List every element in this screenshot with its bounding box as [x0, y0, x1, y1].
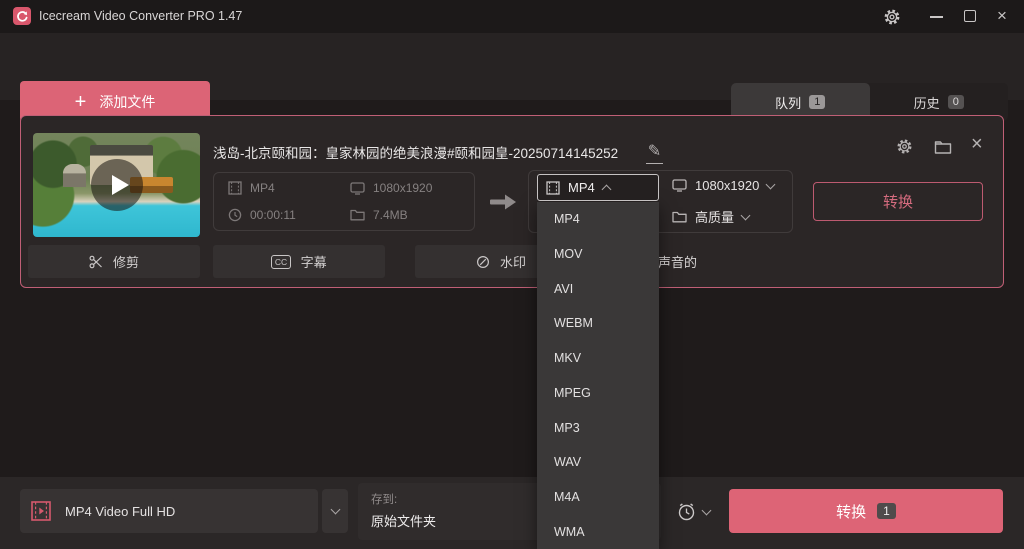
- scissors-icon: [89, 255, 102, 268]
- tab-queue-label: 队列: [775, 95, 802, 111]
- folder-icon: [672, 211, 687, 222]
- chevron-down-icon: [765, 179, 776, 189]
- format-option[interactable]: WEBM: [537, 306, 659, 341]
- film-icon: [228, 181, 242, 195]
- file-name: 浅岛-北京颐和园：皇家林园的绝美浪漫#颐和园皇-20250714145252: [213, 146, 619, 161]
- preset-select[interactable]: MP4 Video Full HD: [20, 489, 318, 533]
- output-resolution-value: 1080x1920: [695, 178, 760, 193]
- format-option[interactable]: MOV: [537, 237, 659, 272]
- app-window: Icecream Video Converter PRO 1.47 × + 添加…: [0, 0, 1024, 549]
- format-option[interactable]: WMA: [537, 514, 659, 549]
- source-format: MP4: [228, 181, 275, 195]
- folder-icon: [350, 209, 365, 221]
- maximize-icon[interactable]: [964, 10, 976, 22]
- close-window-icon[interactable]: ×: [997, 5, 1007, 27]
- trim-label: 修剪: [112, 255, 139, 270]
- video-thumbnail[interactable]: [33, 133, 200, 237]
- format-option[interactable]: MPEG: [537, 376, 659, 411]
- settings-gear-icon[interactable]: [883, 8, 901, 26]
- format-option[interactable]: MP4: [537, 202, 659, 237]
- convert-count-badge: 1: [877, 503, 896, 519]
- chevron-down-icon: [740, 210, 751, 220]
- chevron-down-icon: [330, 504, 340, 515]
- subtitles-button[interactable]: CC 字幕: [213, 245, 385, 278]
- conversion-arrow-icon: [489, 193, 517, 211]
- queue-count-badge: 1: [809, 95, 826, 109]
- tab-history-label: 历史: [913, 95, 940, 111]
- convert-file-button[interactable]: 转换: [813, 182, 983, 221]
- plus-icon: +: [74, 90, 87, 113]
- remove-file-icon[interactable]: ×: [971, 133, 983, 156]
- video-preset-icon: [31, 501, 51, 521]
- schedule-control[interactable]: [676, 501, 712, 522]
- format-dropdown-list: MP4 MOV AVI WEBM MKV MPEG MP3 WAV M4A WM…: [537, 202, 659, 549]
- film-icon: [546, 180, 560, 195]
- window-title: Icecream Video Converter PRO 1.47: [39, 9, 243, 23]
- audio-option-label-partial: 声音的: [658, 255, 698, 270]
- format-option[interactable]: AVI: [537, 271, 659, 306]
- source-duration: 00:00:11: [228, 208, 296, 222]
- preset-dropdown-toggle[interactable]: [322, 489, 348, 533]
- output-resolution-select[interactable]: 1080x1920: [672, 178, 776, 193]
- play-button[interactable]: [90, 159, 143, 211]
- watermark-icon: [476, 255, 489, 268]
- format-option[interactable]: MKV: [537, 341, 659, 376]
- display-icon: [350, 181, 365, 195]
- preset-label: MP4 Video Full HD: [65, 503, 176, 519]
- trim-button[interactable]: 修剪: [28, 245, 200, 278]
- output-format-value: MP4: [568, 180, 595, 195]
- rename-pencil-icon[interactable]: ✎: [646, 141, 663, 164]
- app-logo-icon: [13, 7, 31, 25]
- convert-all-button[interactable]: 转换 1: [729, 489, 1003, 533]
- clock-icon: [228, 208, 242, 222]
- display-icon: [672, 179, 687, 192]
- refresh-icon: [17, 11, 28, 22]
- watermark-label: 水印: [499, 255, 526, 270]
- thumbnail-pagoda: [63, 164, 87, 188]
- output-quality-value: 高质量: [695, 210, 735, 225]
- output-format-select[interactable]: MP4: [537, 174, 659, 201]
- chevron-up-icon: [601, 184, 612, 195]
- history-count-badge: 0: [947, 95, 964, 109]
- top-toolbar: + 添加文件 队列 1 历史 0: [0, 33, 1024, 122]
- subtitles-label: 字幕: [300, 255, 327, 270]
- bottom-bar: MP4 Video Full HD 存到: 原始文件夹 转换 1: [0, 477, 1024, 549]
- minimize-icon[interactable]: [930, 16, 943, 18]
- source-size: 7.4MB: [350, 208, 408, 222]
- cc-icon: CC: [271, 254, 291, 269]
- alarm-clock-icon: [678, 503, 695, 521]
- add-files-label: 添加文件: [99, 93, 156, 110]
- output-quality-select[interactable]: 高质量: [672, 207, 751, 226]
- format-option[interactable]: WAV: [537, 445, 659, 480]
- format-option[interactable]: M4A: [537, 480, 659, 515]
- file-settings-gear-icon[interactable]: [896, 138, 913, 155]
- format-option[interactable]: MP3: [537, 410, 659, 445]
- convert-all-label: 转换: [836, 503, 867, 521]
- source-resolution: 1080x1920: [350, 181, 432, 195]
- open-folder-icon[interactable]: [934, 140, 952, 154]
- title-bar: Icecream Video Converter PRO 1.47 ×: [0, 0, 1024, 33]
- chevron-down-icon: [701, 505, 712, 515]
